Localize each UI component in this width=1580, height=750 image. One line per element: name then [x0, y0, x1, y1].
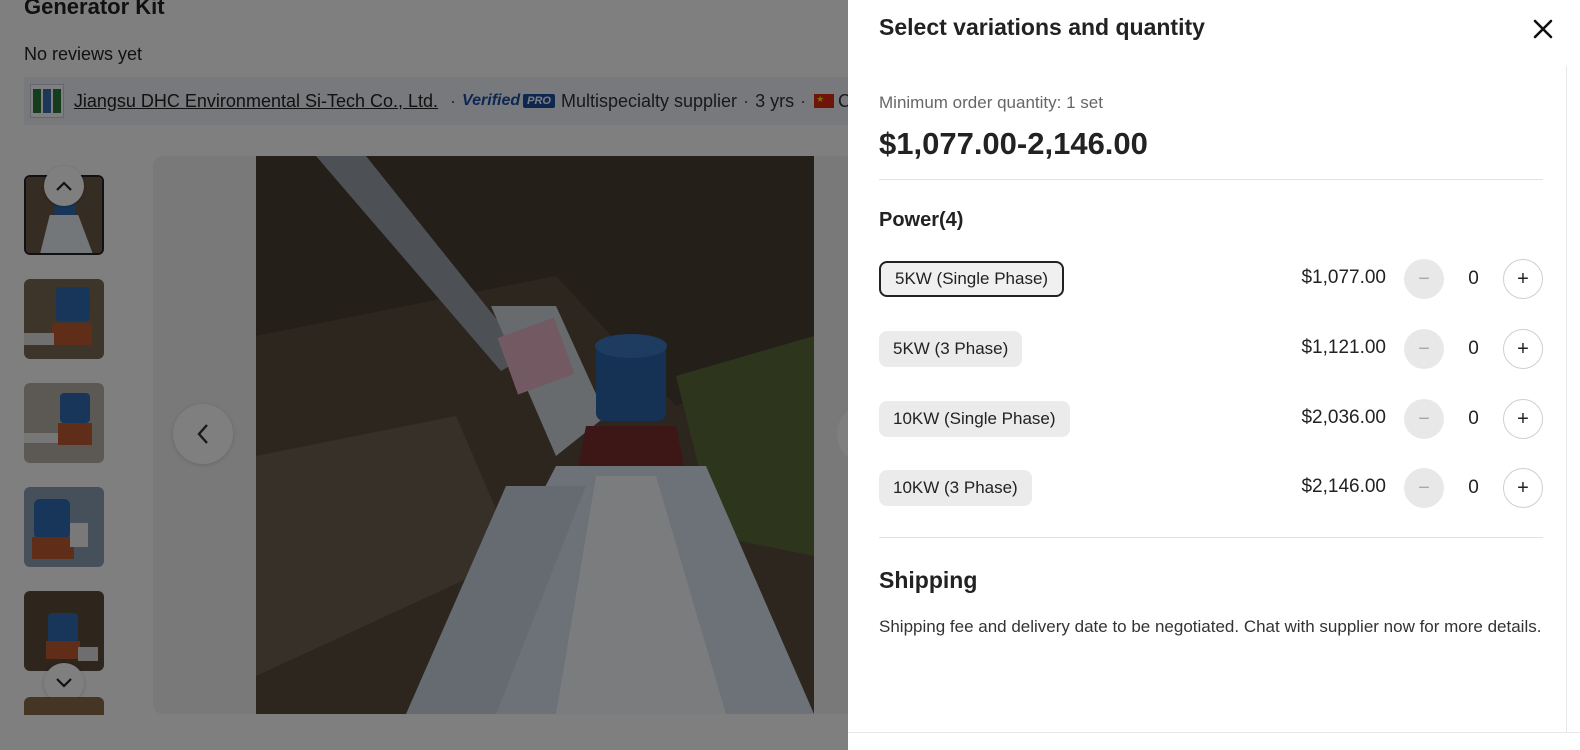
increase-button[interactable]: +: [1503, 468, 1543, 508]
variant-row: 10KW (3 Phase) $2,146.00 − +: [879, 468, 1543, 508]
quantity-input[interactable]: [1444, 468, 1503, 508]
shipping-note: Shipping fee and delivery date to be neg…: [879, 617, 1542, 636]
variant-price: $2,036.00: [1301, 407, 1386, 428]
variant-option[interactable]: 5KW (3 Phase): [879, 331, 1023, 367]
quantity-input[interactable]: [1444, 329, 1503, 369]
min-order-quantity: Minimum order quantity: 1 set: [879, 93, 1103, 112]
variant-price: $1,121.00: [1301, 337, 1386, 358]
variant-option[interactable]: 10KW (Single Phase): [879, 401, 1070, 437]
variant-row: 5KW (Single Phase) $1,077.00 − +: [879, 259, 1543, 299]
variant-row: 10KW (Single Phase) $2,036.00 − +: [879, 399, 1543, 439]
scrollbar[interactable]: [1566, 66, 1580, 732]
quantity-stepper: − +: [1404, 399, 1543, 439]
quantity-input[interactable]: [1444, 399, 1503, 439]
variant-price: $1,077.00: [1301, 267, 1386, 288]
close-icon: [1533, 19, 1553, 39]
quantity-input[interactable]: [1444, 259, 1503, 299]
variant-option[interactable]: 5KW (Single Phase): [879, 261, 1065, 297]
variations-drawer: Select variations and quantity Minimum o…: [848, 0, 1580, 750]
price-range: $1,077.00-2,146.00: [879, 126, 1148, 161]
divider: [879, 179, 1543, 180]
quantity-stepper: − +: [1404, 329, 1543, 369]
increase-button[interactable]: +: [1503, 329, 1543, 369]
drawer-title: Select variations and quantity: [879, 14, 1205, 40]
variant-option[interactable]: 10KW (3 Phase): [879, 470, 1032, 506]
increase-button[interactable]: +: [1503, 399, 1543, 439]
variant-row: 5KW (3 Phase) $1,121.00 − +: [879, 329, 1543, 369]
variant-price: $2,146.00: [1301, 476, 1386, 497]
quantity-stepper: − +: [1404, 259, 1543, 299]
decrease-button[interactable]: −: [1404, 259, 1444, 299]
decrease-button[interactable]: −: [1404, 468, 1444, 508]
drawer-footer: [848, 732, 1580, 750]
increase-button[interactable]: +: [1503, 259, 1543, 299]
shipping-heading: Shipping: [879, 567, 978, 593]
decrease-button[interactable]: −: [1404, 399, 1444, 439]
power-heading: Power(4): [879, 209, 964, 231]
close-button[interactable]: [1526, 12, 1560, 46]
modal-overlay[interactable]: [0, 0, 848, 750]
quantity-stepper: − +: [1404, 468, 1543, 508]
divider: [879, 537, 1543, 538]
decrease-button[interactable]: −: [1404, 329, 1444, 369]
